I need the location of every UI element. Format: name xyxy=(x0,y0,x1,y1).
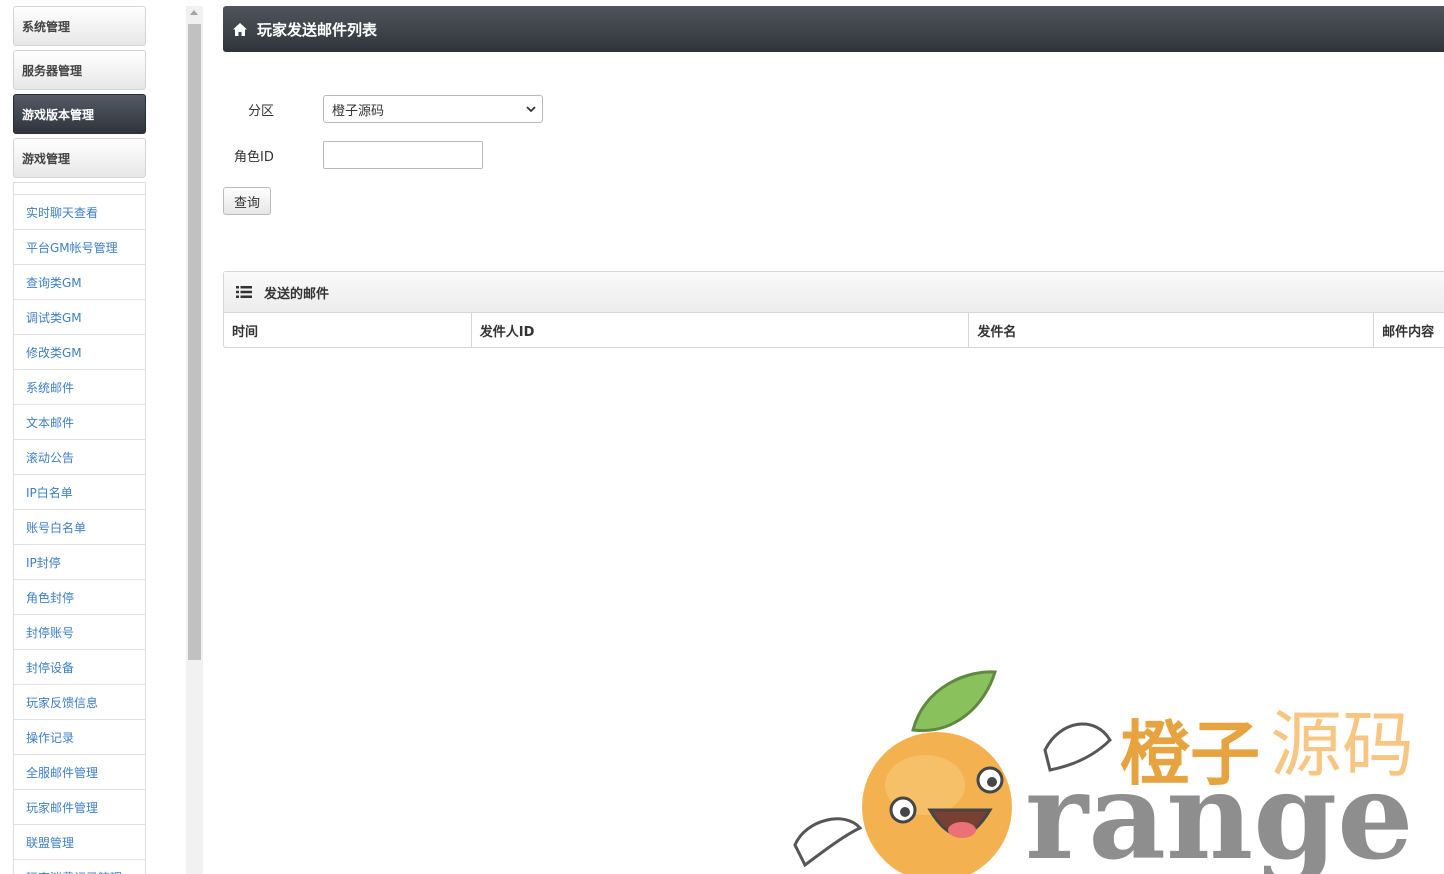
sidebar-item-scroll-notice[interactable]: 滚动公告 xyxy=(14,440,145,475)
sidebar-item-ip-ban[interactable]: IP封停 xyxy=(14,545,145,580)
role-id-label: 角色ID xyxy=(234,150,274,165)
role-id-input[interactable] xyxy=(323,141,483,169)
sidebar-item-device-ban[interactable]: 封停设备 xyxy=(14,650,145,685)
query-button[interactable]: 查询 xyxy=(223,187,271,215)
scroll-up-arrow-icon[interactable] xyxy=(190,10,198,15)
sidebar-category-server[interactable]: 服务器管理 xyxy=(13,50,146,90)
sidebar-item-account-ban[interactable]: 封停账号 xyxy=(14,615,145,650)
page-header: 玩家发送邮件列表 xyxy=(223,6,1444,52)
sidebar-item-player-mail[interactable]: 玩家邮件管理 xyxy=(14,790,145,825)
table-header-row: 时间 发件人ID 发件名 邮件内容 xyxy=(224,313,1444,347)
column-mail-content: 邮件内容 xyxy=(1382,324,1435,340)
sidebar-item-server-mail[interactable]: 全服邮件管理 xyxy=(14,755,145,790)
sidebar-category-game[interactable]: 游戏管理 xyxy=(13,138,146,178)
zone-row: 分区 xyxy=(248,100,274,119)
sidebar-sub-list: 实时聊天查看 平台GM帐号管理 查询类GM 调试类GM 修改类GM 系统邮件 文… xyxy=(13,182,146,874)
role-row: 角色ID xyxy=(234,146,274,165)
panel-title: 发送的邮件 xyxy=(264,286,330,302)
sidebar-item-consumption[interactable]: 玩家消费记录管理 xyxy=(14,860,145,874)
sidebar-item-alliance[interactable]: 联盟管理 xyxy=(14,825,145,860)
column-mail-name: 发件名 xyxy=(969,313,1375,347)
panel-header: 发送的邮件 xyxy=(224,272,1444,313)
sub-list-spacer xyxy=(14,183,145,195)
zone-select-value: 橙子源码 xyxy=(332,103,385,119)
page-title: 玩家发送邮件列表 xyxy=(257,20,378,39)
zone-select[interactable]: 橙子源码 xyxy=(323,95,543,123)
scroll-thumb[interactable] xyxy=(188,24,201,660)
sidebar-category-game-version[interactable]: 游戏版本管理 xyxy=(13,94,146,134)
sidebar-item-feedback[interactable]: 玩家反馈信息 xyxy=(14,685,145,720)
column-sender-id: 发件人ID xyxy=(472,313,970,347)
chevron-down-icon xyxy=(526,106,536,113)
sidebar-item-text-mail[interactable]: 文本邮件 xyxy=(14,405,145,440)
sidebar-item-query-gm[interactable]: 查询类GM xyxy=(14,265,145,300)
watermark-logo: 橙子 源码 range xyxy=(793,670,1414,874)
list-icon xyxy=(236,286,252,298)
sidebar: 系统管理 服务器管理 游戏版本管理 游戏管理 实时聊天查看 平台GM帐号管理 查… xyxy=(13,6,146,874)
sidebar-item-modify-gm[interactable]: 修改类GM xyxy=(14,335,145,370)
sidebar-item-chat-view[interactable]: 实时聊天查看 xyxy=(14,195,145,230)
sidebar-scrollbar[interactable] xyxy=(186,6,203,874)
sidebar-item-account-whitelist[interactable]: 账号白名单 xyxy=(14,510,145,545)
sidebar-item-operation-log[interactable]: 操作记录 xyxy=(14,720,145,755)
sidebar-category-system[interactable]: 系统管理 xyxy=(13,6,146,46)
zone-label: 分区 xyxy=(248,104,275,119)
column-time: 时间 xyxy=(224,313,472,347)
home-icon xyxy=(233,22,247,36)
sidebar-item-gm-accounts[interactable]: 平台GM帐号管理 xyxy=(14,230,145,265)
sidebar-item-role-ban[interactable]: 角色封停 xyxy=(14,580,145,615)
sidebar-item-ip-whitelist[interactable]: IP白名单 xyxy=(14,475,145,510)
sidebar-item-debug-gm[interactable]: 调试类GM xyxy=(14,300,145,335)
watermark-en-text: range xyxy=(1025,746,1413,874)
main-content: 玩家发送邮件列表 分区 橙子源码 角色ID 查询 发送的邮件 时间 发件人ID … xyxy=(223,6,1444,348)
sent-mail-panel: 发送的邮件 时间 发件人ID 发件名 邮件内容 xyxy=(223,271,1444,348)
sidebar-item-system-mail[interactable]: 系统邮件 xyxy=(14,370,145,405)
